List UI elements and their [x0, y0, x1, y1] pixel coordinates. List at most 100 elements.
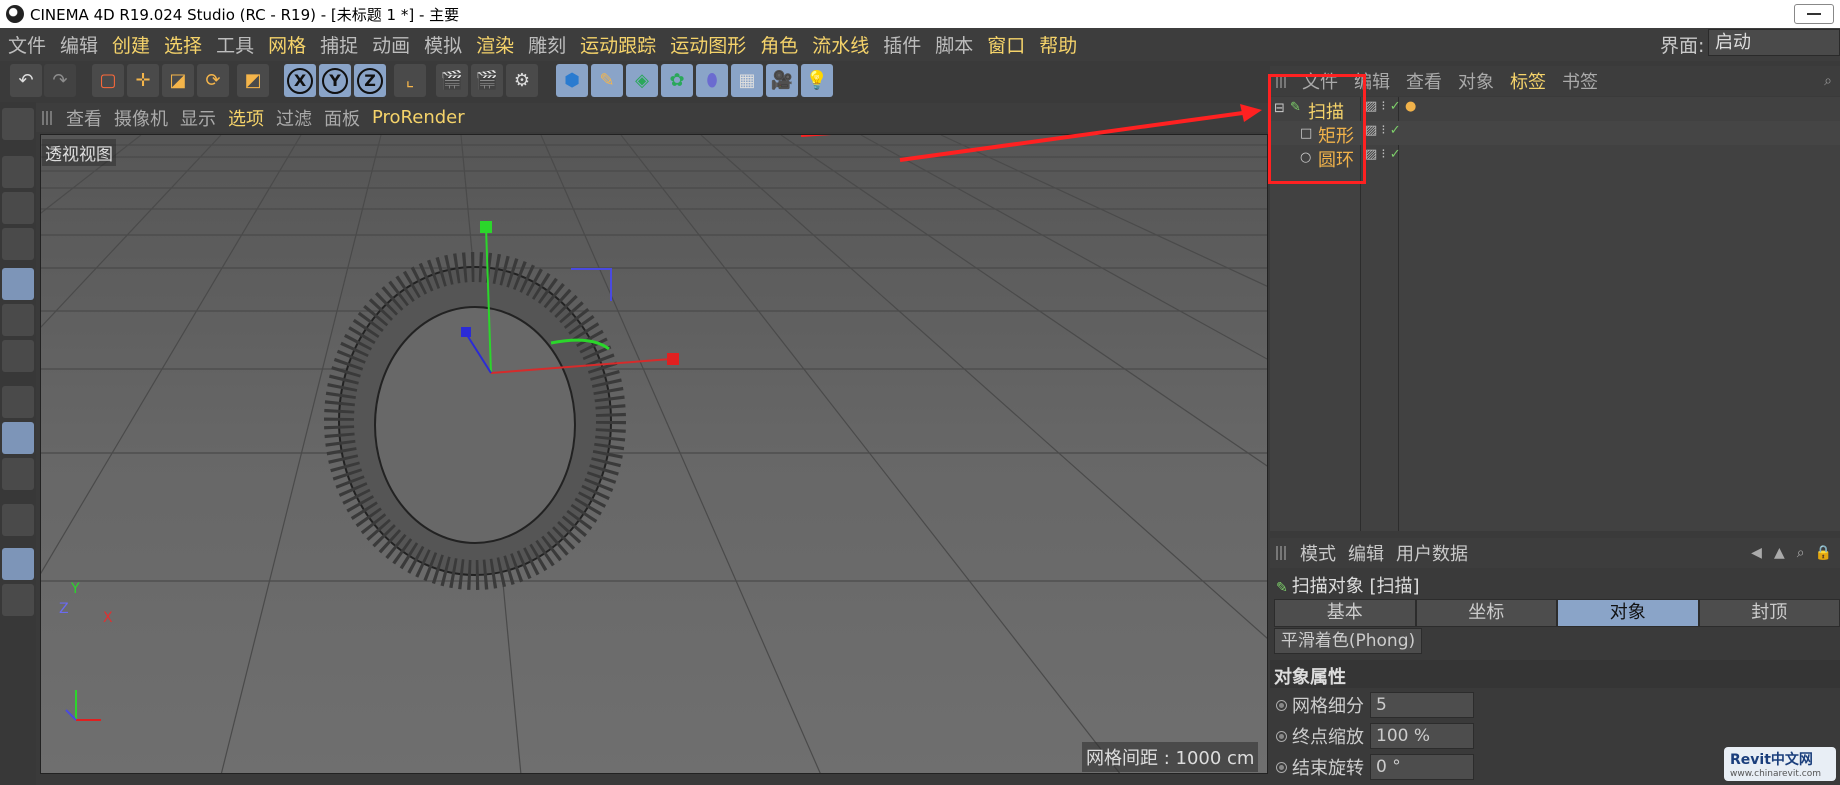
- menu-help[interactable]: 帮助: [1032, 31, 1084, 58]
- coordinate-system-icon: ⌞: [405, 70, 415, 91]
- move-tool-button[interactable]: ✛: [127, 64, 159, 97]
- menu-window[interactable]: 窗口: [980, 31, 1032, 58]
- viewport-menu-view[interactable]: 查看: [60, 105, 108, 131]
- add-light-button[interactable]: 💡: [801, 64, 833, 97]
- attr-search-icon[interactable]: ⌕: [1791, 545, 1811, 561]
- attr-menu-edit[interactable]: 编辑: [1342, 540, 1390, 566]
- scale-tool-button[interactable]: ◪: [162, 64, 194, 97]
- perspective-viewport[interactable]: Y X Z: [40, 134, 1268, 774]
- planar-workplane-button[interactable]: [2, 584, 34, 616]
- y-axis-lock-button[interactable]: Y: [319, 64, 351, 97]
- selection-tool-button[interactable]: ▢: [92, 64, 124, 97]
- om-menu-objects[interactable]: 对象: [1450, 68, 1502, 94]
- om-menu-tags[interactable]: 标签: [1502, 68, 1554, 94]
- edges-mode-button[interactable]: [2, 304, 34, 336]
- menu-edit[interactable]: 编辑: [53, 31, 105, 58]
- points-mode-button[interactable]: [2, 268, 34, 300]
- object-visibility-flags[interactable]: ▨ ⁝ ✓: [1365, 123, 1401, 138]
- menu-character[interactable]: 角色: [753, 31, 805, 58]
- redo-button[interactable]: ↷: [44, 64, 76, 97]
- menu-script[interactable]: 脚本: [928, 31, 980, 58]
- timeline-strip[interactable]: [36, 776, 1268, 785]
- panel-grip-icon[interactable]: [42, 110, 52, 125]
- up-arrow-icon[interactable]: ▲: [1768, 545, 1791, 561]
- interface-layout-select[interactable]: 启动: [1708, 29, 1840, 56]
- lock-icon[interactable]: 🔒: [1811, 545, 1840, 561]
- menu-motion-tracking[interactable]: 运动跟踪: [573, 31, 663, 58]
- enabled-check-icon[interactable]: ✓: [1390, 99, 1401, 114]
- viewport-menu-options[interactable]: 选项: [222, 105, 270, 131]
- polygons-mode-button[interactable]: [2, 340, 34, 372]
- workplane-mode-button[interactable]: [2, 228, 34, 260]
- phong-tag-icon[interactable]: ●: [1405, 99, 1416, 114]
- menu-select[interactable]: 选择: [157, 31, 209, 58]
- tab-coord[interactable]: 坐标: [1415, 599, 1557, 627]
- tab-caps[interactable]: 封顶: [1698, 599, 1840, 627]
- undo-button[interactable]: ↶: [10, 64, 42, 97]
- minimize-button[interactable]: [1794, 4, 1834, 24]
- rotate-tool-button[interactable]: ⟳: [197, 64, 229, 97]
- object-visibility-flags[interactable]: ▨ ⁝ ✓: [1365, 147, 1401, 162]
- add-array-button[interactable]: ✿: [661, 64, 693, 97]
- model-mode-button[interactable]: [2, 156, 34, 188]
- menu-mesh[interactable]: 网格: [261, 31, 313, 58]
- menu-simulate[interactable]: 模拟: [417, 31, 469, 58]
- axis-mode-button[interactable]: [2, 386, 34, 418]
- mesh-subdivision-field[interactable]: 5: [1370, 692, 1474, 718]
- render-settings-button[interactable]: ⚙: [506, 64, 538, 97]
- texture-mode-button[interactable]: [2, 192, 34, 224]
- render-view-button[interactable]: 🎬: [436, 64, 468, 97]
- x-axis-lock-button[interactable]: X: [284, 64, 316, 97]
- viewport-menu-display[interactable]: 显示: [174, 105, 222, 131]
- object-visibility-flags[interactable]: ▨ ⁝ ✓: [1365, 99, 1401, 114]
- cinema4d-logo-icon: [6, 5, 24, 23]
- render-to-picture-viewer-button[interactable]: 🎬: [471, 64, 503, 97]
- coordinate-system-button[interactable]: ⌞: [394, 64, 426, 97]
- viewport-menu-cameras[interactable]: 摄像机: [108, 105, 174, 131]
- menu-render[interactable]: 渲染: [469, 31, 521, 58]
- menu-file[interactable]: 文件: [0, 31, 53, 58]
- add-deformer-button[interactable]: ⬮: [696, 64, 728, 97]
- om-search-icon[interactable]: ⌕: [1824, 73, 1832, 89]
- torus-sweep-object[interactable]: [324, 252, 626, 590]
- end-scale-field[interactable]: 100 %: [1370, 723, 1474, 749]
- panel-grip-icon[interactable]: [1276, 546, 1286, 560]
- menu-mograph[interactable]: 运动图形: [663, 31, 753, 58]
- add-cube-button[interactable]: ⬢: [556, 64, 588, 97]
- solo-mode-button[interactable]: [2, 458, 34, 490]
- viewport-menu-prorender[interactable]: ProRender: [366, 107, 471, 128]
- workplane-lock-button[interactable]: [2, 548, 34, 580]
- make-editable-button[interactable]: [2, 108, 34, 140]
- menu-create[interactable]: 创建: [105, 31, 157, 58]
- menu-pipeline[interactable]: 流水线: [805, 31, 876, 58]
- add-subdivision-button[interactable]: ◈: [626, 64, 658, 97]
- end-rotation-field[interactable]: 0 °: [1370, 754, 1474, 780]
- tab-basic[interactable]: 基本: [1274, 599, 1416, 627]
- attr-menu-mode[interactable]: 模式: [1294, 540, 1342, 566]
- menu-snap[interactable]: 捕捉: [313, 31, 365, 58]
- menu-animate[interactable]: 动画: [365, 31, 417, 58]
- attr-menu-userdata[interactable]: 用户数据: [1390, 540, 1474, 566]
- animate-radio-icon[interactable]: [1276, 699, 1287, 711]
- enabled-check-icon[interactable]: ✓: [1390, 123, 1401, 138]
- menu-sculpt[interactable]: 雕刻: [521, 31, 573, 58]
- om-menu-bookmarks[interactable]: 书签: [1554, 68, 1606, 94]
- z-axis-lock-button[interactable]: Z: [354, 64, 386, 97]
- recent-tool-button[interactable]: ◩: [237, 64, 269, 97]
- add-spline-pen-button[interactable]: ✎: [591, 64, 623, 97]
- back-arrow-icon[interactable]: ◀: [1745, 545, 1768, 561]
- viewport-menu-panel[interactable]: 面板: [318, 105, 366, 131]
- snap-button[interactable]: [2, 504, 34, 536]
- viewport-menu-filter[interactable]: 过滤: [270, 105, 318, 131]
- om-menu-view[interactable]: 查看: [1398, 68, 1450, 94]
- tab-object[interactable]: 对象: [1557, 599, 1699, 627]
- animate-radio-icon[interactable]: [1276, 761, 1287, 773]
- tweak-mode-button[interactable]: [2, 422, 34, 454]
- animate-radio-icon[interactable]: [1276, 730, 1287, 742]
- menu-tools[interactable]: 工具: [209, 31, 261, 58]
- add-camera-button[interactable]: 🎥: [766, 64, 798, 97]
- menu-plugins[interactable]: 插件: [876, 31, 928, 58]
- enabled-check-icon[interactable]: ✓: [1390, 147, 1401, 162]
- add-floor-button[interactable]: ▦: [731, 64, 763, 97]
- tab-phong[interactable]: 平滑着色(Phong): [1274, 628, 1422, 654]
